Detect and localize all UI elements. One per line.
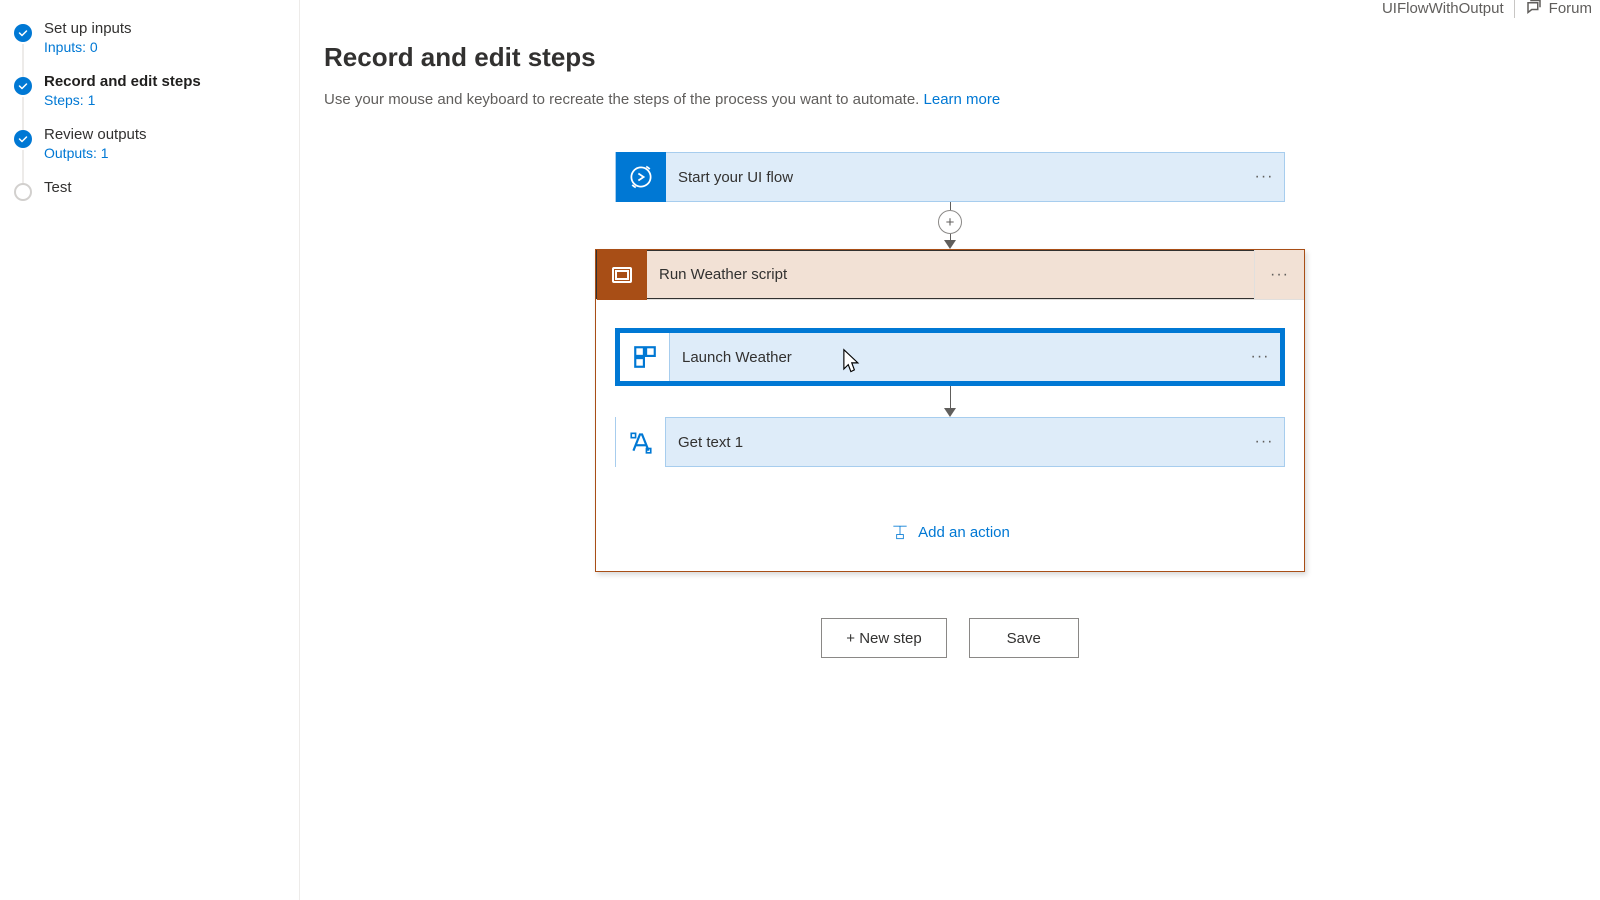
pending-icon	[14, 183, 32, 201]
wizard-sidebar: Set up inputs Inputs: 0 Record and edit …	[0, 0, 300, 900]
learn-more-link[interactable]: Learn more	[924, 91, 1001, 108]
group-header[interactable]: Run Weather script ···	[596, 250, 1304, 300]
launch-weather-card[interactable]: Launch Weather ···	[615, 328, 1285, 386]
card-menu-button[interactable]: ···	[1240, 348, 1280, 366]
new-step-button[interactable]: + New step	[821, 618, 946, 658]
get-text-card[interactable]: Get text 1 ···	[615, 417, 1285, 467]
card-menu-button[interactable]: ···	[1244, 433, 1284, 451]
save-button[interactable]: Save	[969, 618, 1079, 658]
connector	[944, 386, 956, 417]
wizard-step-title: Record and edit steps	[44, 73, 279, 90]
run-script-group: Run Weather script ···	[595, 249, 1305, 572]
wizard-step-title: Set up inputs	[44, 20, 279, 37]
script-icon	[597, 250, 647, 300]
group-title: Run Weather script	[659, 266, 1254, 283]
wizard-step-outputs[interactable]: Review outputs Outputs: 1	[0, 118, 299, 171]
flow-canvas: Start your UI flow ··· + Run We	[324, 152, 1576, 658]
check-icon	[14, 77, 32, 95]
check-icon	[14, 24, 32, 42]
get-text-icon	[616, 417, 666, 467]
wizard-step-meta[interactable]: Outputs: 1	[44, 145, 279, 161]
wizard-step-title: Test	[44, 179, 279, 196]
launch-weather-label: Launch Weather	[682, 349, 1240, 366]
main-panel: Record and edit steps Use your mouse and…	[300, 0, 1600, 900]
footer-buttons: + New step Save	[821, 618, 1078, 658]
wizard-step-test[interactable]: Test	[0, 171, 299, 206]
page-description: Use your mouse and keyboard to recreate …	[324, 91, 1576, 108]
add-action-button[interactable]: Add an action	[890, 523, 1010, 541]
add-action-icon	[890, 523, 910, 541]
check-icon	[14, 130, 32, 148]
get-text-label: Get text 1	[678, 434, 1244, 451]
start-flow-card[interactable]: Start your UI flow ···	[615, 152, 1285, 202]
connector: +	[938, 202, 962, 249]
play-record-icon	[616, 152, 666, 202]
wizard-step-meta[interactable]: Inputs: 0	[44, 39, 279, 55]
wizard-step-record[interactable]: Record and edit steps Steps: 1	[0, 65, 299, 118]
card-menu-button[interactable]: ···	[1244, 168, 1284, 186]
page-title: Record and edit steps	[324, 42, 1576, 73]
start-flow-label: Start your UI flow	[678, 169, 1244, 186]
insert-step-button[interactable]: +	[938, 210, 962, 234]
launch-app-icon	[620, 333, 670, 381]
wizard-step-meta[interactable]: Steps: 1	[44, 92, 279, 108]
wizard-step-title: Review outputs	[44, 126, 279, 143]
wizard-step-inputs[interactable]: Set up inputs Inputs: 0	[0, 12, 299, 65]
card-menu-button[interactable]: ···	[1254, 250, 1304, 300]
